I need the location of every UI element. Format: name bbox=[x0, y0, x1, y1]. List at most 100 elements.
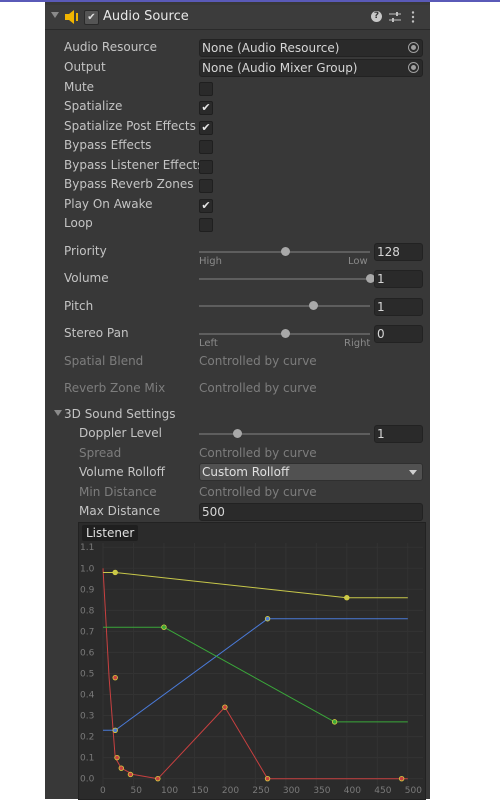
volume-value-field[interactable]: 1 bbox=[374, 270, 423, 288]
listener-label: Listener bbox=[82, 525, 139, 541]
pitch-label: Pitch bbox=[64, 299, 94, 313]
output-field[interactable]: None (Audio Mixer Group) bbox=[199, 59, 423, 77]
object-picker-icon[interactable] bbox=[408, 62, 419, 73]
curve-keyframe-point bbox=[344, 595, 350, 601]
y-tick-label: 0.8 bbox=[80, 606, 95, 616]
x-tick-label: 250 bbox=[252, 786, 269, 796]
y-tick-label: 0.5 bbox=[80, 669, 94, 679]
curve-keyframe-point bbox=[155, 775, 161, 782]
curve-keyframe-point bbox=[398, 775, 405, 782]
rolloff-curve-plot[interactable]: 1.1 1.0 0.9 0.8 0.7 0.6 0.5 0.4 0.3 0.2 0.1 0.0 0 50 1… bbox=[79, 523, 425, 799]
x-tick-label: 0 bbox=[100, 786, 106, 796]
pitch-value-field[interactable]: 1 bbox=[374, 298, 423, 316]
mute-label: Mute bbox=[64, 80, 95, 94]
doppler-level-slider-thumb[interactable] bbox=[232, 429, 242, 438]
y-tick-label: 1.0 bbox=[80, 564, 95, 574]
doppler-level-value-field[interactable]: 1 bbox=[374, 425, 423, 443]
curve-keyframe-point bbox=[222, 704, 228, 710]
min-distance-label: Min Distance bbox=[79, 485, 157, 499]
doppler-level-slider[interactable] bbox=[199, 429, 370, 438]
x-tick-label: 300 bbox=[283, 786, 300, 796]
spatialize-label: Spatialize bbox=[64, 99, 123, 113]
x-tick-label: 450 bbox=[374, 786, 391, 796]
spatialize-post-effects-label: Spatialize Post Effects bbox=[64, 119, 196, 133]
component-title: Audio Source bbox=[103, 9, 189, 24]
stereo-pan-value-field[interactable]: 0 bbox=[374, 325, 423, 343]
curve-keyframe-point bbox=[331, 719, 338, 725]
3d-settings-foldout-icon[interactable] bbox=[54, 410, 62, 416]
bypass-effects-checkbox[interactable] bbox=[199, 140, 213, 154]
stereo-pan-slider[interactable] bbox=[199, 329, 370, 338]
bypass-listener-effects-label: Bypass Listener Effects bbox=[64, 158, 204, 172]
y-tick-label: 1.1 bbox=[80, 543, 94, 553]
play-on-awake-checkbox[interactable]: ✔ bbox=[199, 199, 213, 213]
priority-value-field[interactable]: 128 bbox=[374, 243, 423, 261]
stereo-pan-max-label: Right bbox=[344, 338, 371, 349]
x-tick-label: 150 bbox=[191, 786, 208, 796]
reverb-zone-mix-label: Reverb Zone Mix bbox=[64, 381, 166, 395]
3d-sound-settings-label[interactable]: 3D Sound Settings bbox=[64, 407, 176, 421]
spatial-blend-label: Spatial Blend bbox=[64, 354, 144, 368]
spread-label: Spread bbox=[79, 446, 122, 460]
priority-max-label: Low bbox=[348, 256, 368, 267]
stereo-pan-slider-thumb[interactable] bbox=[280, 329, 290, 338]
y-tick-label: 0.9 bbox=[80, 585, 95, 595]
output-label: Output bbox=[64, 60, 106, 74]
priority-slider-thumb[interactable] bbox=[280, 247, 290, 256]
y-tick-label: 0.2 bbox=[80, 733, 94, 743]
x-tick-label: 100 bbox=[161, 786, 178, 796]
x-tick-label: 400 bbox=[344, 786, 361, 796]
volume-label: Volume bbox=[64, 271, 109, 285]
pitch-slider-thumb[interactable] bbox=[309, 301, 319, 310]
bypass-reverb-zones-checkbox[interactable] bbox=[199, 179, 213, 193]
curve-keyframe-point bbox=[118, 765, 124, 771]
loop-label: Loop bbox=[64, 216, 93, 230]
loop-checkbox[interactable] bbox=[199, 218, 213, 232]
spatialize-checkbox[interactable]: ✔ bbox=[199, 101, 213, 115]
y-tick-label: 0.0 bbox=[80, 775, 95, 785]
doppler-level-label: Doppler Level bbox=[79, 426, 162, 440]
help-icon[interactable]: ? bbox=[371, 11, 382, 22]
bypass-reverb-zones-label: Bypass Reverb Zones bbox=[64, 177, 194, 191]
curve-keyframe-point bbox=[112, 569, 118, 576]
volume-rolloff-label: Volume Rolloff bbox=[79, 465, 165, 479]
spatial-blend-value: Controlled by curve bbox=[199, 354, 317, 368]
max-distance-field[interactable]: 500 bbox=[199, 503, 423, 521]
play-on-awake-label: Play On Awake bbox=[64, 197, 153, 211]
audio-resource-field[interactable]: None (Audio Resource) bbox=[199, 39, 423, 57]
curve-keyframe-point bbox=[112, 674, 118, 681]
y-tick-label: 0.1 bbox=[80, 754, 94, 764]
component-header[interactable]: ✔ Audio Source ? bbox=[45, 5, 430, 30]
x-tick-label: 500 bbox=[405, 786, 422, 796]
x-tick-label: 50 bbox=[130, 786, 142, 796]
x-tick-label: 200 bbox=[222, 786, 239, 796]
y-tick-label: 0.6 bbox=[80, 648, 95, 658]
audio-resource-value: None (Audio Resource) bbox=[202, 41, 340, 55]
mute-checkbox[interactable] bbox=[199, 82, 213, 96]
curve-keyframe-point bbox=[264, 616, 271, 622]
curve-keyframe-point bbox=[114, 754, 120, 761]
audio-resource-label: Audio Resource bbox=[64, 40, 157, 54]
volume-slider[interactable] bbox=[199, 274, 375, 283]
curve-keyframe-point bbox=[112, 727, 118, 733]
priority-slider[interactable] bbox=[199, 247, 370, 256]
audio-source-inspector: ✔ Audio Source ? Audio Resource None (Au… bbox=[45, 2, 430, 800]
foldout-arrow-icon[interactable] bbox=[51, 12, 59, 18]
pitch-slider[interactable] bbox=[199, 301, 370, 310]
reverb-zone-mix-value: Controlled by curve bbox=[199, 381, 317, 395]
stereo-pan-min-label: Left bbox=[199, 338, 218, 349]
kebab-menu-icon[interactable] bbox=[411, 11, 415, 23]
object-picker-icon[interactable] bbox=[408, 42, 419, 53]
dropdown-arrow-icon bbox=[409, 470, 417, 475]
volume-rolloff-dropdown[interactable]: Custom Rolloff bbox=[199, 463, 423, 481]
y-tick-label: 0.7 bbox=[80, 627, 94, 637]
spatialize-post-effects-checkbox[interactable]: ✔ bbox=[199, 121, 213, 135]
component-enabled-checkbox[interactable]: ✔ bbox=[84, 10, 99, 25]
rolloff-curve-graph[interactable]: 1.1 1.0 0.9 0.8 0.7 0.6 0.5 0.4 0.3 0.2 0.1 0.0 0 50 1… bbox=[78, 522, 426, 800]
preset-sliders-icon[interactable] bbox=[389, 11, 401, 23]
output-value: None (Audio Mixer Group) bbox=[202, 61, 358, 75]
bypass-effects-label: Bypass Effects bbox=[64, 138, 152, 152]
bypass-listener-effects-checkbox[interactable] bbox=[199, 160, 213, 174]
y-tick-label: 0.4 bbox=[80, 691, 95, 701]
y-tick-label: 0.3 bbox=[80, 712, 94, 722]
